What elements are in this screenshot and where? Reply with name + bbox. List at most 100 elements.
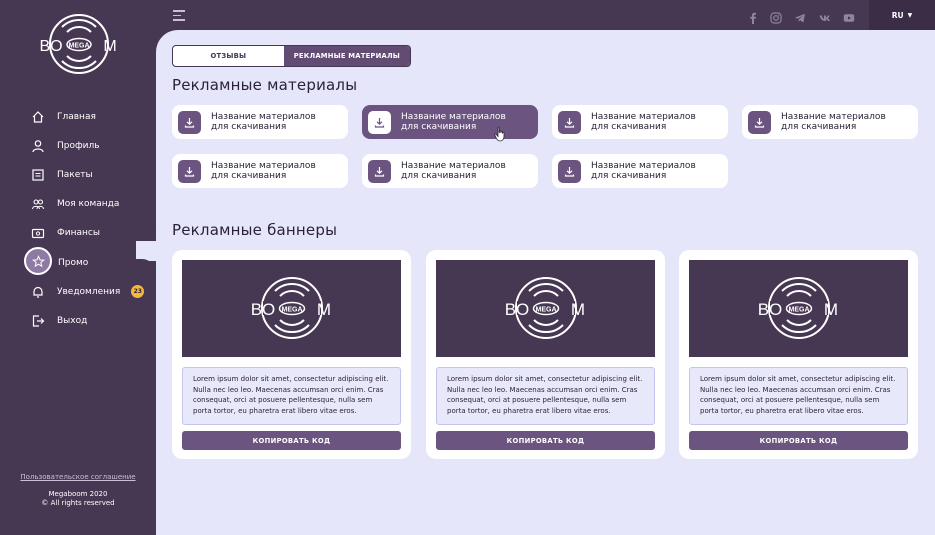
language-label: RU [891,10,904,20]
copy-code-button[interactable]: КОПИРОВАТЬ КОД [436,431,655,450]
svg-text:M: M [823,300,837,319]
sidebar-item-team[interactable]: Моя команда [0,189,156,218]
bell-icon [31,285,45,299]
sidebar-item-label: Выход [57,315,88,326]
topbar: RU ▼ [156,0,935,30]
menu-icon[interactable] [173,10,185,21]
svg-text:BO: BO [757,300,782,319]
user-icon [31,139,45,153]
team-icon [31,197,45,211]
logo[interactable]: MEGA BO M [38,13,120,77]
banner-card: MEGA BO M Lorem ipsum dolor sit amet, co… [426,250,665,459]
svg-text:MEGA: MEGA [281,306,302,313]
tab-ad-materials[interactable]: РЕКЛАМНЫЕ МАТЕРИАЛЫ [283,46,410,66]
svg-text:M: M [316,300,330,319]
banner-code-text[interactable]: Lorem ipsum dolor sit amet, consectetur … [436,367,655,425]
language-selector[interactable]: RU ▼ [869,0,935,30]
copy-code-button[interactable]: КОПИРОВАТЬ КОД [182,431,401,450]
material-title-line1: Название материалов [211,112,316,122]
copyright-line-2: © All rights reserved [41,499,115,507]
material-item[interactable]: Название материалов для скачивания [172,105,348,139]
agreement-link[interactable]: Пользовательское соглашение [0,473,156,481]
tabs: ОТЗЫВЫ РЕКЛАМНЫЕ МАТЕРИАЛЫ [172,45,411,67]
sidebar-item-label: Уведомления [57,286,121,297]
logo-left-text: BO [39,38,62,55]
sidebar-item-profile[interactable]: Профиль [0,131,156,160]
material-title-line1: Название материалов [211,161,316,171]
download-icon [368,110,391,134]
material-item[interactable]: Название материалов для скачивания [362,105,538,139]
svg-text:MEGA: MEGA [788,306,809,313]
wallet-icon [31,226,45,240]
svg-text:BO: BO [250,300,275,319]
material-title-line2: для скачивания [401,171,477,181]
banner-card: MEGA BO M Lorem ipsum dolor sit amet, co… [172,250,411,459]
instagram-icon[interactable] [770,9,782,24]
material-title-line1: Название материалов [401,161,506,171]
sidebar-item-label: Пакеты [57,169,93,180]
svg-text:M: M [570,300,584,319]
tab-reviews[interactable]: ОТЗЫВЫ [173,46,284,66]
banner-code-text[interactable]: Lorem ipsum dolor sit amet, consectetur … [689,367,908,425]
material-title-line2: для скачивания [781,122,857,132]
home-icon [31,110,45,124]
material-title-line2: для скачивания [591,171,667,181]
banner-card: MEGA BO M Lorem ipsum dolor sit amet, co… [679,250,918,459]
materials-title: Рекламные материалы [172,76,358,94]
material-item[interactable]: Название материалов для скачивания [552,154,728,188]
sidebar: MEGA BO M Главная Профиль Пакеты Моя ком… [0,0,156,535]
sidebar-item-home[interactable]: Главная [0,102,156,131]
banner-logo: MEGA BO M [757,276,838,339]
banner-logo: MEGA BO M [504,276,585,339]
material-title-line1: Название материалов [591,112,696,122]
banner-logo: MEGA BO M [250,276,331,339]
sidebar-item-finance[interactable]: Финансы [0,218,156,247]
material-item[interactable]: Название материалов для скачивания [172,154,348,188]
download-icon [748,110,771,134]
svg-text:BO: BO [504,300,529,319]
material-title-line2: для скачивания [591,122,667,132]
vk-icon[interactable] [819,9,831,21]
material-title-line1: Название материалов [591,161,696,171]
sidebar-item-packages[interactable]: Пакеты [0,160,156,189]
banner-image: MEGA BO M [182,260,401,357]
material-item[interactable]: Название материалов для скачивания [362,154,538,188]
sidebar-item-label: Промо [58,257,89,268]
material-item[interactable]: Название материалов для скачивания [742,105,918,139]
star-icon [24,247,52,275]
sidebar-item-promo[interactable]: Промо [0,247,156,277]
chevron-down-icon: ▼ [907,11,913,19]
logout-icon [31,314,45,328]
download-icon [558,110,581,134]
sidebar-item-notifications[interactable]: Уведомления 23 [0,277,156,306]
banners-title: Рекламные баннеры [172,221,338,239]
download-icon [558,159,581,183]
telegram-icon[interactable] [794,9,806,23]
banner-code-text[interactable]: Lorem ipsum dolor sit amet, consectetur … [182,367,401,425]
hand-cursor-icon [494,126,505,142]
download-icon [178,110,201,134]
copyright-line-1: Megaboom 2020 [48,490,108,498]
material-title-line2: для скачивания [211,171,287,181]
download-icon [368,159,391,183]
banner-image: MEGA BO M [436,260,655,357]
material-title-line1: Название материалов [401,112,506,122]
sidebar-item-logout[interactable]: Выход [0,306,156,335]
logo-mega-text: MEGA [69,43,90,50]
material-title-line1: Название материалов [781,112,886,122]
download-icon [178,159,201,183]
main-content: ОТЗЫВЫ РЕКЛАМНЫЕ МАТЕРИАЛЫ Рекламные мат… [156,30,935,535]
material-item[interactable]: Название материалов для скачивания [552,105,728,139]
package-icon [31,168,45,182]
svg-text:MEGA: MEGA [535,306,556,313]
logo-right-text: M [103,38,116,55]
sidebar-item-label: Финансы [57,227,100,238]
sidebar-item-label: Моя команда [57,198,120,209]
youtube-icon[interactable] [843,9,855,22]
material-title-line2: для скачивания [401,122,477,132]
copy-code-button[interactable]: КОПИРОВАТЬ КОД [689,431,908,450]
sidebar-item-label: Главная [57,111,96,122]
material-title-line2: для скачивания [211,122,287,132]
facebook-icon[interactable] [747,9,759,24]
banner-image: MEGA BO M [689,260,908,357]
